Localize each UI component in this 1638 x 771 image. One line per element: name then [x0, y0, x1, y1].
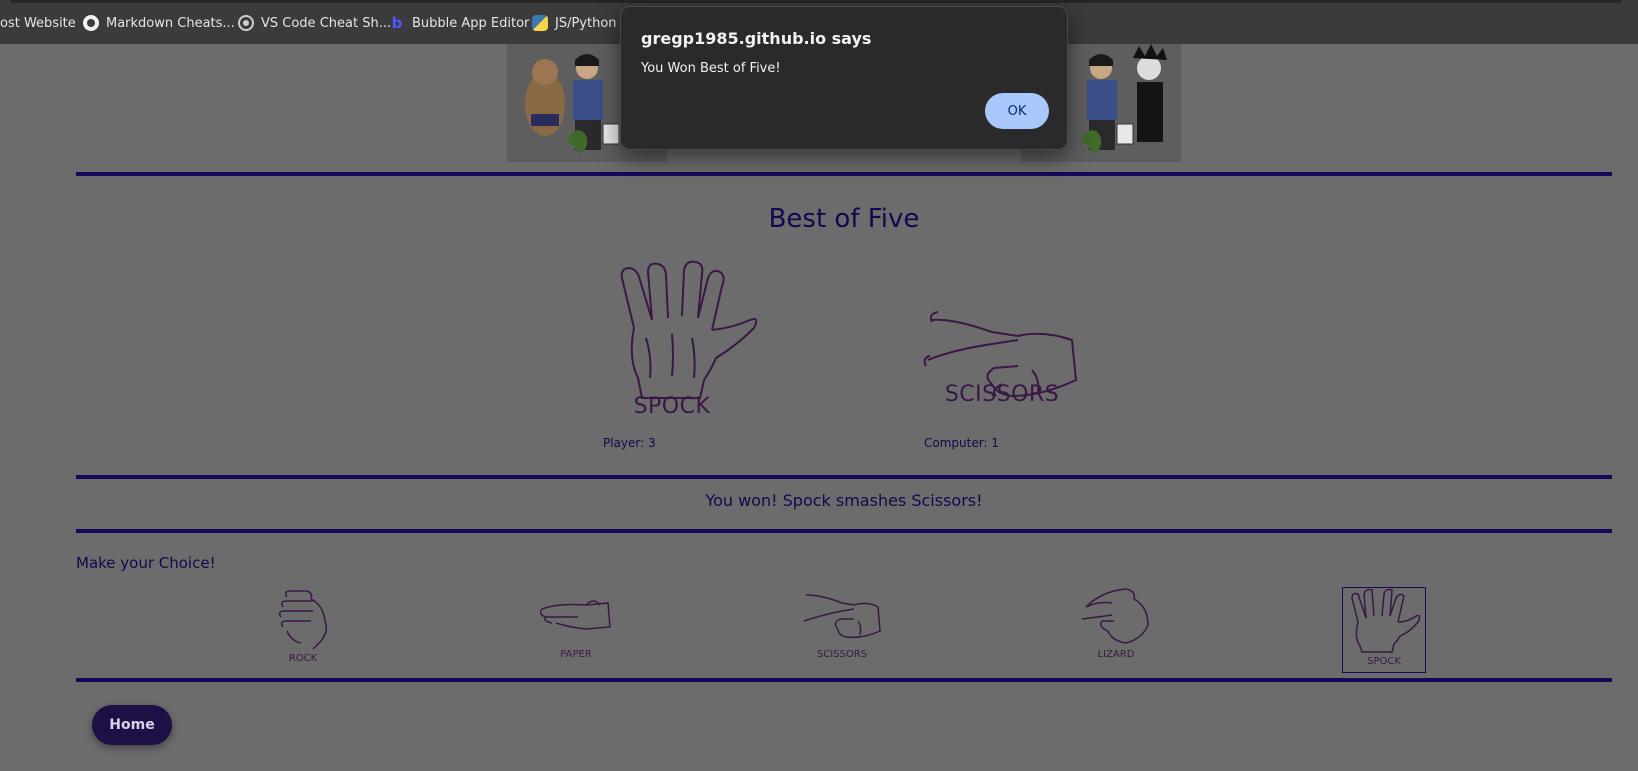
bubble-icon: b [391, 14, 403, 32]
player-score: Player: 3 [603, 436, 656, 450]
lizard-hand-icon [1081, 588, 1149, 644]
home-button[interactable]: Home [92, 705, 172, 745]
choice-spock[interactable]: SPOCK [1342, 587, 1426, 673]
choice-label: PAPER [560, 649, 592, 660]
tab-strip-edge [10, 0, 1622, 3]
bookmark-markdown[interactable]: Markdown Cheats... [83, 14, 235, 32]
choice-heading: Make your Choice! [76, 554, 216, 572]
choice-label: LIZARD [1097, 649, 1135, 660]
paper-hand-icon [539, 600, 611, 630]
spock-hand-icon [1351, 588, 1421, 653]
game-page: Best of Five SPOCK SCISSORS Player: 3 Co… [0, 44, 1638, 771]
dialog-title: gregp1985.github.io says [641, 29, 872, 48]
choice-paper[interactable]: PAPER [534, 587, 618, 673]
divider-middle [76, 475, 1612, 479]
github-icon [83, 15, 99, 31]
scissors-hand-icon [803, 594, 881, 639]
rock-hand-icon [278, 590, 328, 650]
bookmark-website[interactable]: ost Website [0, 14, 76, 32]
choice-scissors[interactable]: SCISSORS [800, 587, 884, 673]
page-title: Best of Five [768, 204, 920, 234]
bookmark-label: VS Code Cheat Sh... [261, 15, 392, 31]
bookmark-label: JS/Python T [555, 15, 629, 31]
bookmark-label: ost Website [0, 15, 76, 31]
choice-label: SCISSORS [816, 649, 868, 660]
player-choice-image [612, 258, 762, 412]
player-choice-caption: SPOCK [633, 394, 711, 419]
choice-rock[interactable]: ROCK [261, 587, 345, 673]
dialog-ok-button[interactable]: OK [985, 93, 1049, 129]
choice-lizard[interactable]: LIZARD [1074, 587, 1158, 673]
dialog-message: You Won Best of Five! [641, 61, 781, 76]
computer-choice-caption: SCISSORS [944, 382, 1060, 407]
divider-bottom [76, 678, 1612, 682]
bookmark-jspython[interactable]: JS/Python T [532, 14, 629, 32]
computer-score: Computer: 1 [924, 436, 999, 450]
python-icon [532, 15, 548, 31]
alert-dialog: gregp1985.github.io says You Won Best of… [620, 6, 1068, 150]
divider-lower [76, 529, 1612, 533]
bookmark-label: Markdown Cheats... [106, 15, 235, 31]
globe-icon [238, 15, 254, 31]
bookmark-vscode[interactable]: VS Code Cheat Sh... [238, 14, 391, 32]
bookmark-label: Bubble App Editor [412, 15, 530, 31]
choice-label: SPOCK [1367, 656, 1401, 667]
result-message: You won! Spock smashes Scissors! [705, 491, 983, 510]
choice-label: ROCK [288, 653, 318, 664]
divider-top [76, 172, 1612, 176]
bookmark-bubble[interactable]: b Bubble App Editor [389, 14, 530, 32]
